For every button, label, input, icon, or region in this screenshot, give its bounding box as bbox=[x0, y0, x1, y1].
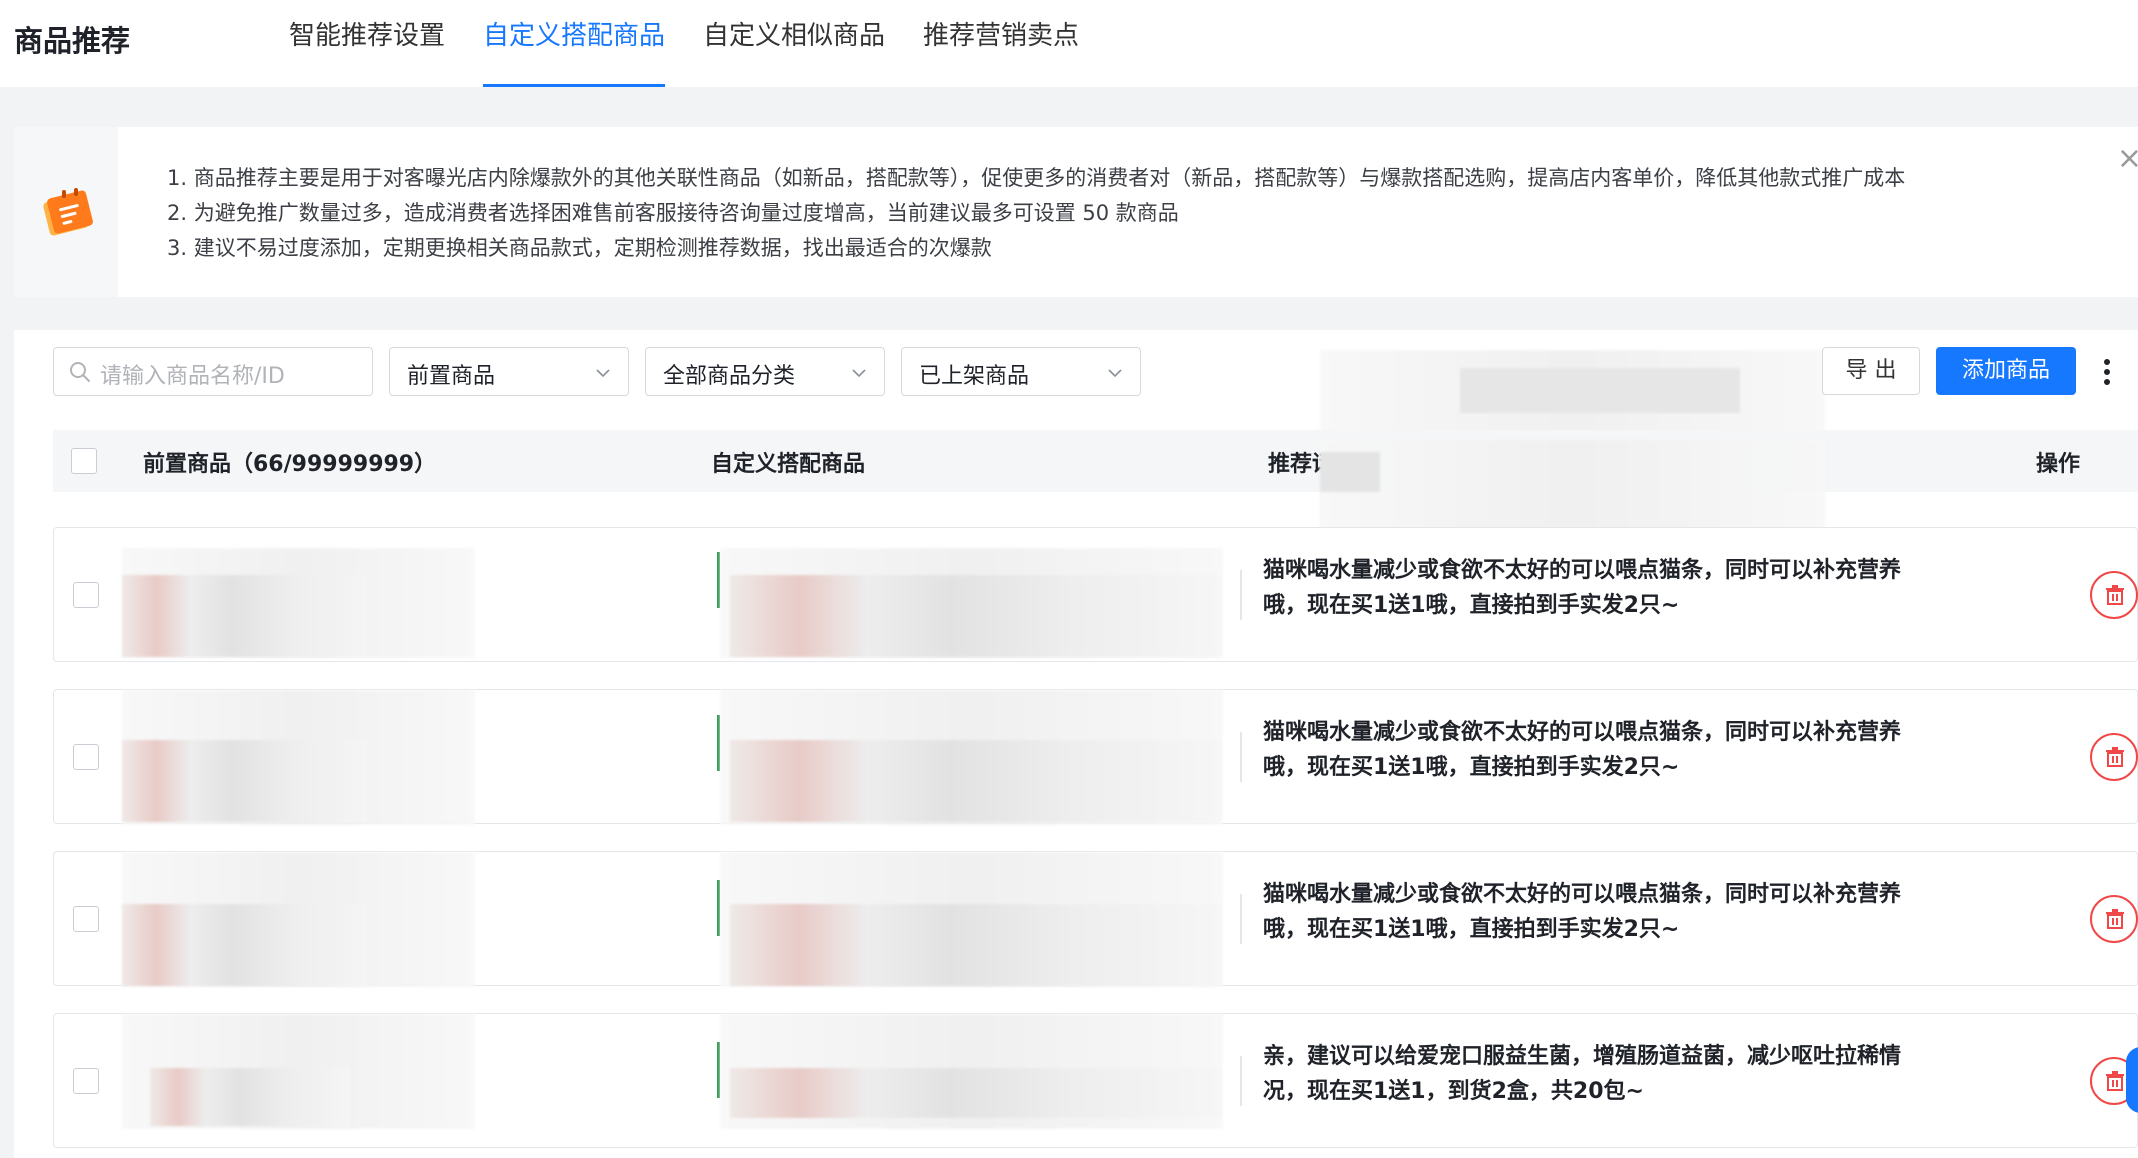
select-value: 已上架商品 bbox=[919, 364, 1030, 389]
recommend-text: 猫咪喝水量减少或食欲不太好的可以喂点猫条，同时可以补充营养哦，现在买1送1哦，直… bbox=[1263, 720, 1902, 780]
close-icon[interactable]: × bbox=[2117, 141, 2138, 176]
notice-icon-area bbox=[14, 127, 118, 297]
notice-banner: 1. 商品推荐主要是用于对客曝光店内除爆款外的其他关联性商品（如新品，搭配款等）… bbox=[14, 127, 2138, 297]
redacted-image bbox=[730, 740, 1220, 822]
front-product-select[interactable]: 前置商品 bbox=[389, 347, 629, 396]
redacted-image bbox=[730, 904, 1220, 986]
delete-button[interactable] bbox=[2090, 571, 2138, 619]
tab-custom-pairing[interactable]: 自定义搭配商品 bbox=[483, 0, 666, 87]
column-recommend: 推荐话 bbox=[1268, 452, 1326, 477]
page-title: 商品推荐 bbox=[14, 24, 131, 58]
notice-line: 2. 为避免推广数量过多，造成消费者选择困难售前客服接待咨询量过度增高，当前建议… bbox=[167, 201, 1179, 225]
search-placeholder: 请输入商品名称/ID bbox=[100, 364, 285, 389]
row-checkbox[interactable] bbox=[73, 906, 99, 932]
row-checkbox[interactable] bbox=[73, 582, 99, 608]
select-value: 全部商品分类 bbox=[663, 364, 796, 389]
floating-helper-button[interactable] bbox=[2126, 1047, 2138, 1113]
top-header: 商品推荐 智能推荐设置 自定义搭配商品 自定义相似商品 推荐营销卖点 bbox=[0, 0, 2138, 87]
recommend-text: 亲，建议可以给爱宠口服益生菌，增殖肠道益菌，减少呕吐拉稀情况，现在买1送1，到货… bbox=[1263, 1044, 1902, 1104]
search-icon bbox=[70, 362, 90, 382]
redacted-image bbox=[150, 1068, 350, 1126]
table-header: 前置商品（66/99999999） 自定义搭配商品 推荐话 操作 bbox=[53, 430, 2138, 492]
recommend-text: 猫咪喝水量减少或食欲不太好的可以喂点猫条，同时可以补充营养哦，现在买1送1哦，直… bbox=[1263, 882, 1902, 942]
chevron-down-icon bbox=[596, 369, 610, 378]
export-button[interactable]: 导 出 bbox=[1822, 347, 1920, 395]
notice-line: 3. 建议不易过度添加，定期更换相关商品款式，定期检测推荐数据，找出最适合的次爆… bbox=[167, 236, 992, 260]
redacted-region bbox=[1460, 368, 1740, 413]
redacted-image bbox=[730, 575, 1220, 657]
chevron-down-icon bbox=[1108, 369, 1122, 378]
redacted-image bbox=[730, 1068, 1220, 1118]
divider bbox=[1240, 1056, 1242, 1106]
tab-custom-similar[interactable]: 自定义相似商品 bbox=[703, 0, 885, 87]
status-select[interactable]: 已上架商品 bbox=[901, 347, 1141, 396]
recommend-text: 猫咪喝水量减少或食欲不太好的可以喂点猫条，同时可以补充营养哦，现在买1送1哦，直… bbox=[1263, 558, 1902, 618]
select-all-checkbox[interactable] bbox=[71, 448, 97, 474]
trash-icon bbox=[2106, 747, 2124, 767]
row-checkbox[interactable] bbox=[73, 744, 99, 770]
more-vertical-icon[interactable] bbox=[2099, 356, 2115, 388]
delete-button[interactable] bbox=[2090, 895, 2138, 943]
add-product-button[interactable]: 添加商品 bbox=[1936, 347, 2076, 395]
divider bbox=[1240, 894, 1242, 944]
redacted-region bbox=[1320, 452, 1380, 492]
divider bbox=[1240, 732, 1242, 782]
search-input[interactable]: 请输入商品名称/ID bbox=[53, 347, 373, 396]
category-select[interactable]: 全部商品分类 bbox=[645, 347, 885, 396]
notice-line: 1. 商品推荐主要是用于对客曝光店内除爆款外的其他关联性商品（如新品，搭配款等）… bbox=[167, 166, 1906, 190]
trash-icon bbox=[2106, 909, 2124, 929]
tab-marketing-points[interactable]: 推荐营销卖点 bbox=[923, 0, 1079, 87]
tab-bar: 智能推荐设置 自定义搭配商品 自定义相似商品 推荐营销卖点 bbox=[289, 0, 1117, 87]
tab-smart-recommend[interactable]: 智能推荐设置 bbox=[289, 0, 445, 87]
notice-text: 1. 商品推荐主要是用于对客曝光店内除爆款外的其他关联性商品（如新品，搭配款等）… bbox=[167, 161, 1905, 266]
chevron-down-icon bbox=[852, 369, 866, 378]
trash-icon bbox=[2106, 585, 2124, 605]
row-checkbox[interactable] bbox=[73, 1068, 99, 1094]
column-action: 操作 bbox=[2036, 452, 2081, 477]
redacted-region bbox=[1320, 440, 1825, 540]
notepad-icon bbox=[43, 188, 93, 236]
redacted-image bbox=[122, 904, 367, 986]
column-front-product: 前置商品（66/99999999） bbox=[143, 452, 437, 477]
divider bbox=[1240, 570, 1242, 620]
delete-button[interactable] bbox=[2090, 733, 2138, 781]
column-custom-pairing: 自定义搭配商品 bbox=[711, 452, 866, 477]
select-value: 前置商品 bbox=[407, 364, 496, 389]
redacted-image bbox=[122, 740, 367, 822]
redacted-image bbox=[122, 575, 367, 657]
trash-icon bbox=[2106, 1071, 2124, 1091]
